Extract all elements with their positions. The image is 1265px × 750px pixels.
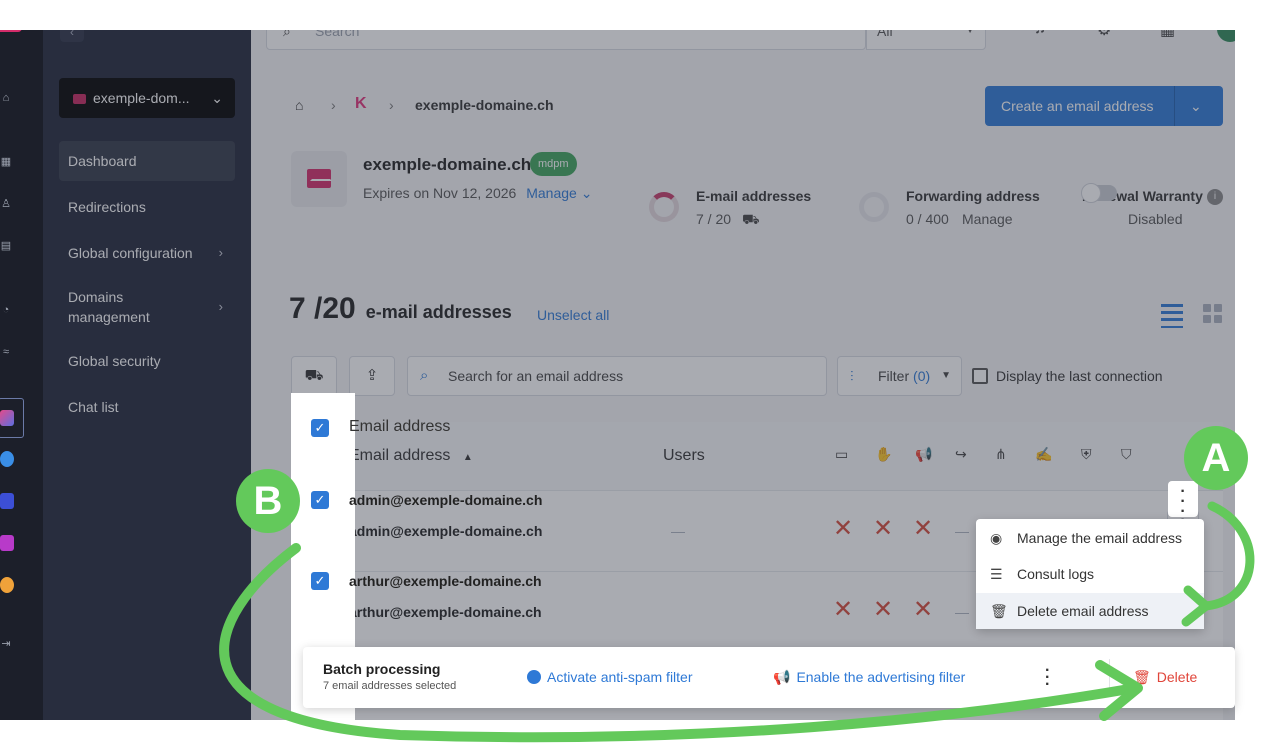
select-all-checkbox[interactable]: ✓ — [311, 419, 329, 437]
row-email-highlight: admin@exemple-domaine.ch — [349, 492, 543, 508]
batch-title: Batch processing — [323, 661, 441, 677]
home-icon[interactable]: ⌂ — [0, 90, 12, 106]
trash-icon: 🗑 — [1133, 669, 1151, 685]
activate-antispam-label: Activate anti-spam filter — [547, 669, 693, 685]
row-checkbox[interactable]: ✓ — [311, 572, 329, 590]
menu-item-label: Delete email address — [1017, 603, 1149, 619]
office-icon[interactable]: ▤ — [0, 238, 12, 254]
annotation-b: B — [236, 469, 300, 533]
annotation-a: A — [1184, 426, 1248, 490]
antispam-icon — [527, 670, 541, 684]
batch-delete-button[interactable]: 🗑 Delete — [1133, 669, 1197, 686]
menu-item-logs[interactable]: ☰ Consult logs — [976, 556, 1204, 592]
row-email-highlight: arthur@exemple-domaine.ch — [349, 573, 542, 589]
swiss-app-icon[interactable] — [0, 535, 14, 551]
app-rail: ⌂ ▦ ♙ ▤ ◔ ≈ ⇥ — [0, 30, 43, 720]
more-actions-button[interactable]: · · · — [1045, 663, 1050, 693]
row-actions-button-highlight[interactable]: · · · — [1168, 481, 1198, 520]
brand-icon[interactable] — [0, 30, 22, 32]
kmail-app-icon[interactable] — [0, 410, 14, 426]
building-icon[interactable]: ▦ — [0, 154, 12, 170]
list-icon: ☰ — [990, 566, 1003, 582]
activate-antispam-button[interactable]: Activate anti-spam filter — [527, 669, 693, 685]
menu-item-label: Consult logs — [1017, 566, 1095, 582]
users-icon[interactable]: ♙ — [0, 196, 12, 212]
eye-icon: ◉ — [990, 530, 1003, 546]
row-actions-menu: ◉ Manage the email address ☰ Consult log… — [976, 519, 1204, 629]
menu-item-delete[interactable]: 🗑 Delete email address — [976, 593, 1204, 629]
advertising-icon: 📢 — [773, 669, 791, 685]
drive-app-icon[interactable] — [0, 451, 14, 467]
batch-delete-label: Delete — [1156, 669, 1198, 685]
chat-app-icon[interactable] — [0, 577, 14, 593]
menu-item-manage[interactable]: ◉ Manage the email address — [976, 520, 1204, 556]
cube-app-icon[interactable] — [0, 493, 14, 509]
batch-processing-bar: Batch processing 7 email addresses selec… — [303, 647, 1235, 708]
screenshot-stage: ⌂ ▦ ♙ ▤ ◔ ≈ ⇥ ‹ exemple-dom... ⌄ Dashboa… — [0, 0, 1265, 750]
email-column-header-highlight: Email address — [349, 418, 451, 435]
divider — [1109, 659, 1110, 689]
menu-item-label: Manage the email address — [1017, 530, 1182, 546]
row-checkbox[interactable]: ✓ — [311, 491, 329, 509]
logout-icon[interactable]: ⇥ — [0, 636, 12, 652]
support-icon[interactable]: ◔ — [0, 302, 12, 318]
batch-subtitle: 7 email addresses selected — [323, 680, 457, 692]
enable-advertising-label: Enable the advertising filter — [796, 669, 966, 685]
enable-advertising-button[interactable]: 📢 Enable the advertising filter — [773, 669, 965, 686]
handshake-icon[interactable]: ≈ — [0, 344, 12, 360]
trash-icon: 🗑 — [990, 603, 1008, 619]
